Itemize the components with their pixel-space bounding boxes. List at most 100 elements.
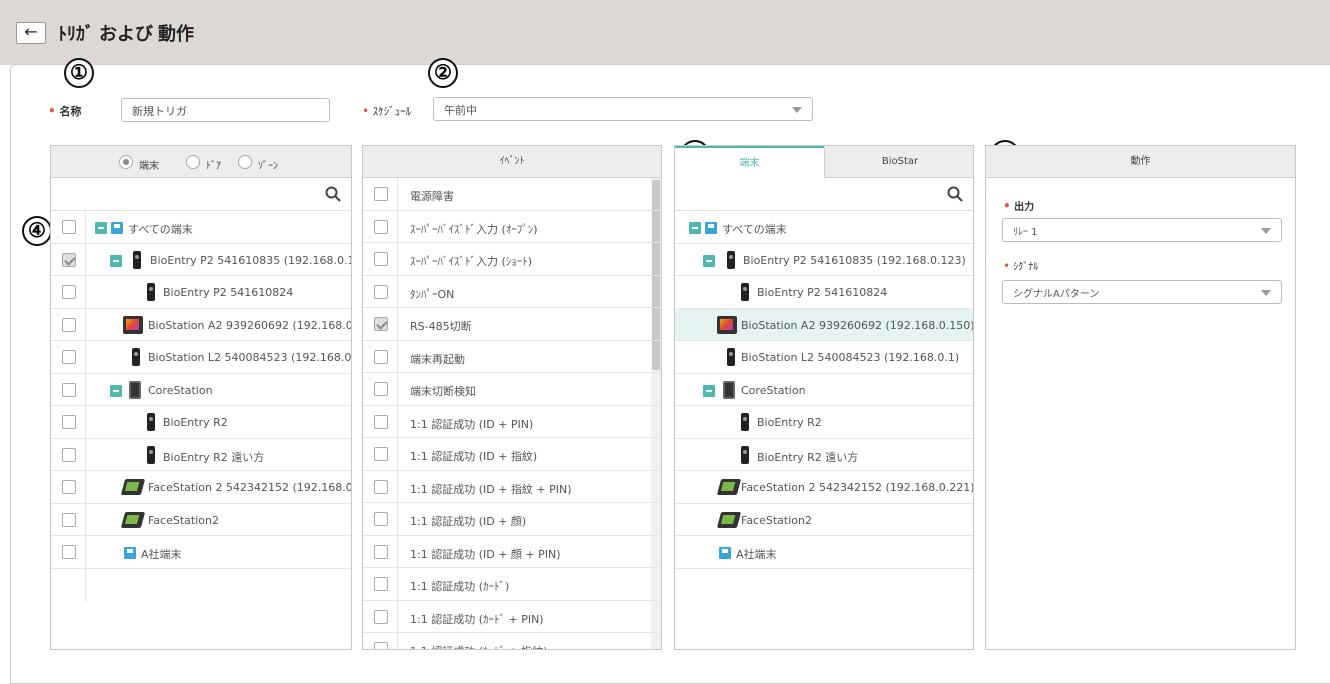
annotation-marker-1: ① [64,58,94,88]
back-button[interactable]: ← [16,22,46,44]
device-row[interactable]: BioStation A2 939260692 (192.168.0. [51,309,351,341]
tab-device[interactable]: 端末 [675,146,824,179]
checkbox[interactable] [374,447,388,461]
event-row[interactable]: 端末切断検知 [363,373,661,406]
checkbox[interactable] [374,577,388,591]
event-row[interactable]: 1:1 認証成功 (ID + PIN) [363,406,661,438]
row-label: BioEntry R2 遠い方 [757,450,859,464]
radio-door-label: ﾄﾞｱ [206,161,221,172]
chevron-down-icon [1261,290,1271,296]
checkbox[interactable] [374,609,388,624]
checkbox[interactable] [62,545,76,559]
checkbox[interactable] [374,512,388,526]
checkbox[interactable] [62,447,76,462]
device-row[interactable]: BioEntry P2 541610835 (192.168.0.1. [51,244,351,276]
collapse-icon[interactable] [689,222,701,234]
device-row[interactable]: FaceStation 2 542342152 (192.168.0. [51,471,351,504]
event-row[interactable]: 電源障害 [363,178,661,211]
checkbox[interactable] [374,544,388,559]
checkbox[interactable] [374,284,388,299]
event-label: 1:1 認証成功 (ID + 顔) [410,515,527,528]
checkbox[interactable] [374,187,388,201]
event-row[interactable]: 1:1 認証成功 (ID + 顔) [363,503,661,536]
checkbox[interactable] [62,285,76,299]
biostation-a2-icon [123,315,143,334]
event-row[interactable]: 1:1 認証成功 (ID + 指紋) [363,438,661,471]
device-filter-header: 端末 ﾄﾞｱ ｿﾞｰﾝ [51,146,351,178]
device-row[interactable]: BioEntry R2 遠い方 [51,439,351,471]
radio-device[interactable] [119,155,133,169]
target-row[interactable]: すべての端末 [675,211,973,244]
search-icon[interactable] [947,186,963,202]
event-row[interactable]: ﾀﾝﾊﾟｰON [363,276,661,308]
device-row[interactable]: BioEntry R2 [51,406,351,439]
event-row[interactable]: 端末再起動 [363,341,661,373]
device-row[interactable]: CoreStation [51,374,351,406]
tab-biostar[interactable]: BioStar [824,146,973,178]
checkbox[interactable] [62,382,76,397]
collapse-icon[interactable] [703,254,715,267]
device-row[interactable]: すべての端末 [51,211,351,244]
device-row[interactable]: A社端末 [51,536,351,569]
target-row[interactable]: BioEntry R2 遠い方 [675,439,973,471]
schedule-select[interactable]: 午前中 [433,97,813,121]
radio-door[interactable] [186,155,200,169]
target-row[interactable]: FaceStation2 [675,504,973,536]
target-row[interactable]: A社端末 [675,536,973,569]
search-icon[interactable] [325,186,341,202]
event-row[interactable]: ｽｰﾊﾟｰﾊﾞｲｽﾞﾄﾞ入力 (ｵｰﾌﾟﾝ) [363,211,661,243]
checkbox[interactable] [374,252,388,266]
target-row-selected[interactable]: BioStation A2 939260692 (192.168.0.150) [675,308,973,341]
radio-zone[interactable] [238,155,252,169]
target-row[interactable]: CoreStation [675,374,973,406]
target-row[interactable]: BioEntry R2 [675,406,973,439]
device-row[interactable]: BioStation L2 540084523 (192.168.0. [51,341,351,374]
checkbox-checked[interactable] [374,317,388,331]
checkbox[interactable] [62,480,76,494]
bioentry-icon [727,250,735,269]
event-row[interactable]: 1:1 認証成功 (ｶｰﾄﾞ + PIN) [363,601,661,633]
target-row[interactable]: BioEntry P2 541610835 (192.168.0.123) [675,244,973,276]
event-row[interactable]: 1:1 認証成功 (ID + 顔 + PIN) [363,536,661,568]
collapse-icon[interactable] [110,254,122,267]
checkbox-checked[interactable] [62,252,76,267]
row-label: すべての端末 [722,223,787,236]
checkbox[interactable] [374,382,388,396]
device-group-icon [111,222,123,234]
required-dot-icon: • [48,104,56,118]
output-select[interactable]: ﾘﾚｰ 1 [1002,218,1282,242]
event-panel-header: ｲﾍﾞﾝﾄ [363,146,661,178]
event-row[interactable]: 1:1 認証成功 (ｶｰﾄﾞ) [363,568,661,601]
event-row[interactable]: ｽｰﾊﾟｰﾊﾞｲｽﾞﾄﾞ入力 (ｼｮｰﾄ) [363,243,661,276]
event-label: 1:1 認証成功 (ID + 指紋) [410,450,538,463]
signal-select[interactable]: シグナルAパターン [1002,280,1282,304]
checkbox[interactable] [62,512,76,527]
device-row[interactable]: FaceStation2 [51,504,351,536]
target-row[interactable]: BioStation L2 540084523 (192.168.0.1) [675,341,973,374]
target-row[interactable]: FaceStation 2 542342152 (192.168.0.221) [675,471,973,504]
checkbox[interactable] [374,642,388,649]
bioentry-r2-icon [741,413,749,431]
row-label: BioEntry P2 541610824 [757,286,888,299]
collapse-icon[interactable] [703,384,715,397]
bioentry-r2-icon [741,445,749,464]
target-row[interactable]: BioEntry P2 541610824 [675,276,973,309]
collapse-icon[interactable] [95,222,107,234]
checkbox[interactable] [374,414,388,429]
checkbox[interactable] [62,415,76,429]
action-panel-header: 動作 [986,146,1295,178]
event-row[interactable]: RS-485切断 [363,308,661,341]
radio-zone-label: ｿﾞｰﾝ [258,161,278,172]
checkbox[interactable] [62,350,76,364]
collapse-icon[interactable] [110,384,122,397]
event-row[interactable]: 1:1 認証成功 (ID + 指紋 + PIN) [363,471,661,503]
device-row[interactable]: BioEntry P2 541610824 [51,276,351,309]
checkbox[interactable] [62,317,76,332]
event-row[interactable]: 1:1 認証成功 (ｶｰﾄﾞ + 指紋) [363,633,661,649]
name-input[interactable]: 新規トリガ [121,98,330,122]
checkbox[interactable] [374,349,388,364]
checkbox[interactable] [374,219,388,234]
checkbox[interactable] [374,479,388,494]
device-group-icon [705,222,717,234]
checkbox[interactable] [62,220,76,234]
